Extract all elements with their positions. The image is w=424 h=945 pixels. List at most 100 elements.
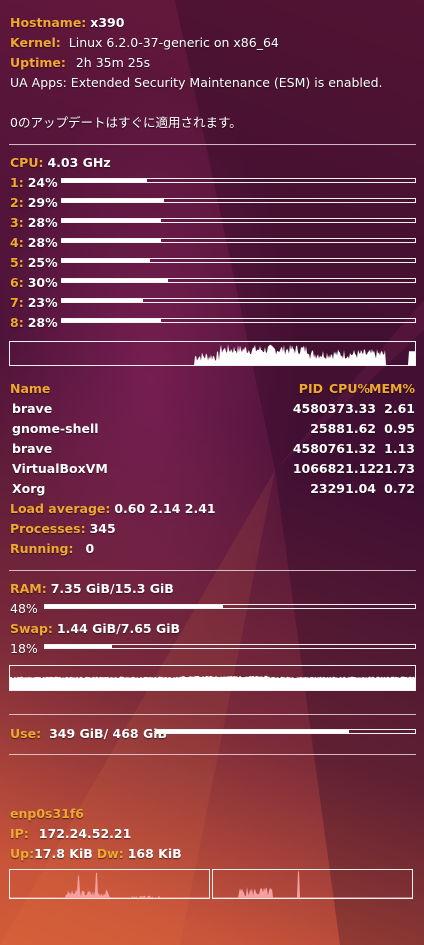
cpu-core-row: 7: 23% bbox=[10, 295, 58, 311]
cpu-core-pct: 25% bbox=[27, 255, 58, 270]
download-graph bbox=[212, 869, 413, 899]
cpu-core-row: 6: 30% bbox=[10, 275, 58, 291]
up-label: Up: bbox=[10, 846, 35, 861]
swap-bar-fill bbox=[45, 645, 112, 648]
process-pid: 2329 bbox=[310, 481, 345, 496]
ua-apps-text: UA Apps: Extended Security Maintenance (… bbox=[10, 75, 383, 90]
process-pid: 458037 bbox=[292, 401, 345, 416]
cpu-core-id: 7: bbox=[10, 295, 24, 310]
process-name: VirtualBoxVM bbox=[12, 461, 108, 476]
cpu-core-id: 1: bbox=[10, 175, 24, 190]
cpu-core-bar bbox=[61, 318, 416, 323]
cpu-core-pct: 24% bbox=[27, 175, 58, 190]
separator bbox=[9, 144, 416, 145]
cpu-core-bar bbox=[61, 198, 416, 203]
ip-line: IP: 172.24.52.21 bbox=[10, 826, 131, 842]
cpu-label: CPU: bbox=[10, 155, 44, 170]
cpu-core-bar-fill bbox=[62, 259, 151, 262]
separator bbox=[9, 754, 416, 755]
hostname-label: Hostname: bbox=[10, 15, 87, 30]
down-label: Dw: bbox=[96, 846, 124, 861]
proc-header-cpu: CPU% bbox=[328, 381, 370, 396]
proc-header-mem: MEM% bbox=[369, 381, 415, 396]
cpu-core-bar-fill bbox=[62, 199, 165, 202]
process-mem: 21.73 bbox=[375, 461, 415, 476]
processes-label: Processes: bbox=[10, 521, 86, 536]
graph-area bbox=[213, 871, 412, 898]
ram-pct: 48% bbox=[10, 601, 38, 616]
uptime-line: Uptime: 2h 35m 25s bbox=[10, 55, 150, 71]
proc-header-name: Name bbox=[10, 381, 51, 396]
hostname-line: Hostname: x390 bbox=[10, 15, 124, 31]
proc-header-pid: PID bbox=[298, 381, 323, 396]
cpu-core-bar bbox=[61, 238, 416, 243]
ram-line: RAM: 7.35 GiB/15.3 GiB bbox=[10, 581, 174, 597]
process-pid: 2588 bbox=[310, 421, 345, 436]
process-name: gnome-shell bbox=[12, 421, 99, 436]
swap-value: 1.44 GiB/7.65 GiB bbox=[56, 621, 181, 636]
ram-bar bbox=[44, 604, 416, 609]
load-line: Load average: 0.60 2.14 2.41 bbox=[10, 501, 216, 517]
disk-label: Use: bbox=[10, 726, 42, 741]
uptime-label: Uptime: bbox=[10, 55, 66, 70]
process-pid: 458076 bbox=[292, 441, 345, 456]
ram-bar-fill bbox=[45, 605, 223, 608]
process-cpu: 1.12 bbox=[345, 461, 376, 476]
up-value: 17.8 KiB bbox=[34, 846, 93, 861]
memory-graph bbox=[9, 665, 416, 691]
graph-area bbox=[10, 675, 415, 690]
cpu-core-row: 8: 28% bbox=[10, 315, 58, 331]
cpu-core-pct: 28% bbox=[27, 235, 58, 250]
updates-text: 0のアップデートはすぐに適用されます。 bbox=[10, 115, 242, 130]
cpu-core-row: 1: 24% bbox=[10, 175, 58, 191]
cpu-core-bar bbox=[61, 298, 416, 303]
cpu-core-pct: 28% bbox=[27, 215, 58, 230]
process-mem: 0.72 bbox=[384, 481, 415, 496]
process-cpu: 1.62 bbox=[345, 421, 376, 436]
process-cpu: 3.33 bbox=[345, 401, 376, 416]
cpu-core-row: 5: 25% bbox=[10, 255, 58, 271]
process-cpu: 1.32 bbox=[345, 441, 376, 456]
disk-value: 349 GiB/ 468 GiB bbox=[49, 726, 168, 741]
network-interface: enp0s31f6 bbox=[10, 806, 84, 821]
load-value: 0.60 2.14 2.41 bbox=[114, 501, 216, 516]
swap-bar bbox=[44, 644, 416, 649]
swap-pct: 18% bbox=[10, 641, 38, 656]
cpu-core-id: 5: bbox=[10, 255, 24, 270]
cpu-core-bar-fill bbox=[62, 299, 144, 302]
processes-value: 345 bbox=[89, 521, 116, 536]
cpu-core-id: 6: bbox=[10, 275, 24, 290]
disk-bar-fill bbox=[156, 730, 350, 733]
cpu-freq: 4.03 GHz bbox=[47, 155, 111, 170]
kernel-value: Linux 6.2.0-37-generic on x86_64 bbox=[68, 35, 279, 50]
disk-bar bbox=[155, 729, 416, 734]
graph-area bbox=[10, 344, 415, 365]
cpu-core-bar-fill bbox=[62, 279, 168, 282]
process-pid: 106682 bbox=[292, 461, 345, 476]
cpu-core-row: 3: 28% bbox=[10, 215, 58, 231]
upload-graph bbox=[9, 869, 210, 899]
kernel-line: Kernel: Linux 6.2.0-37-generic on x86_64 bbox=[10, 35, 279, 51]
traffic-line: Up:17.8 KiB Dw: 168 KiB bbox=[10, 846, 182, 862]
running-label: Running: bbox=[10, 541, 74, 556]
cpu-core-bar-fill bbox=[62, 319, 161, 322]
process-name: Xorg bbox=[12, 481, 46, 496]
process-mem: 0.95 bbox=[384, 421, 415, 436]
separator bbox=[9, 714, 416, 715]
process-mem: 2.61 bbox=[384, 401, 415, 416]
down-value: 168 KiB bbox=[127, 846, 182, 861]
cpu-core-bar bbox=[61, 218, 416, 223]
cpu-core-pct: 23% bbox=[27, 295, 58, 310]
running-line: Running: 0 bbox=[10, 541, 94, 557]
load-label: Load average: bbox=[10, 501, 111, 516]
ip-label: IP: bbox=[10, 826, 29, 841]
process-cpu: 1.04 bbox=[345, 481, 376, 496]
process-mem: 1.13 bbox=[384, 441, 415, 456]
cpu-core-bar bbox=[61, 258, 416, 263]
cpu-core-pct: 29% bbox=[27, 195, 58, 210]
cpu-core-bar bbox=[61, 178, 416, 183]
ram-label: RAM: bbox=[10, 581, 47, 596]
process-name: brave bbox=[12, 401, 53, 416]
cpu-core-row: 2: 29% bbox=[10, 195, 58, 211]
disk-line: Use: 349 GiB/ 468 GiB bbox=[10, 726, 167, 742]
